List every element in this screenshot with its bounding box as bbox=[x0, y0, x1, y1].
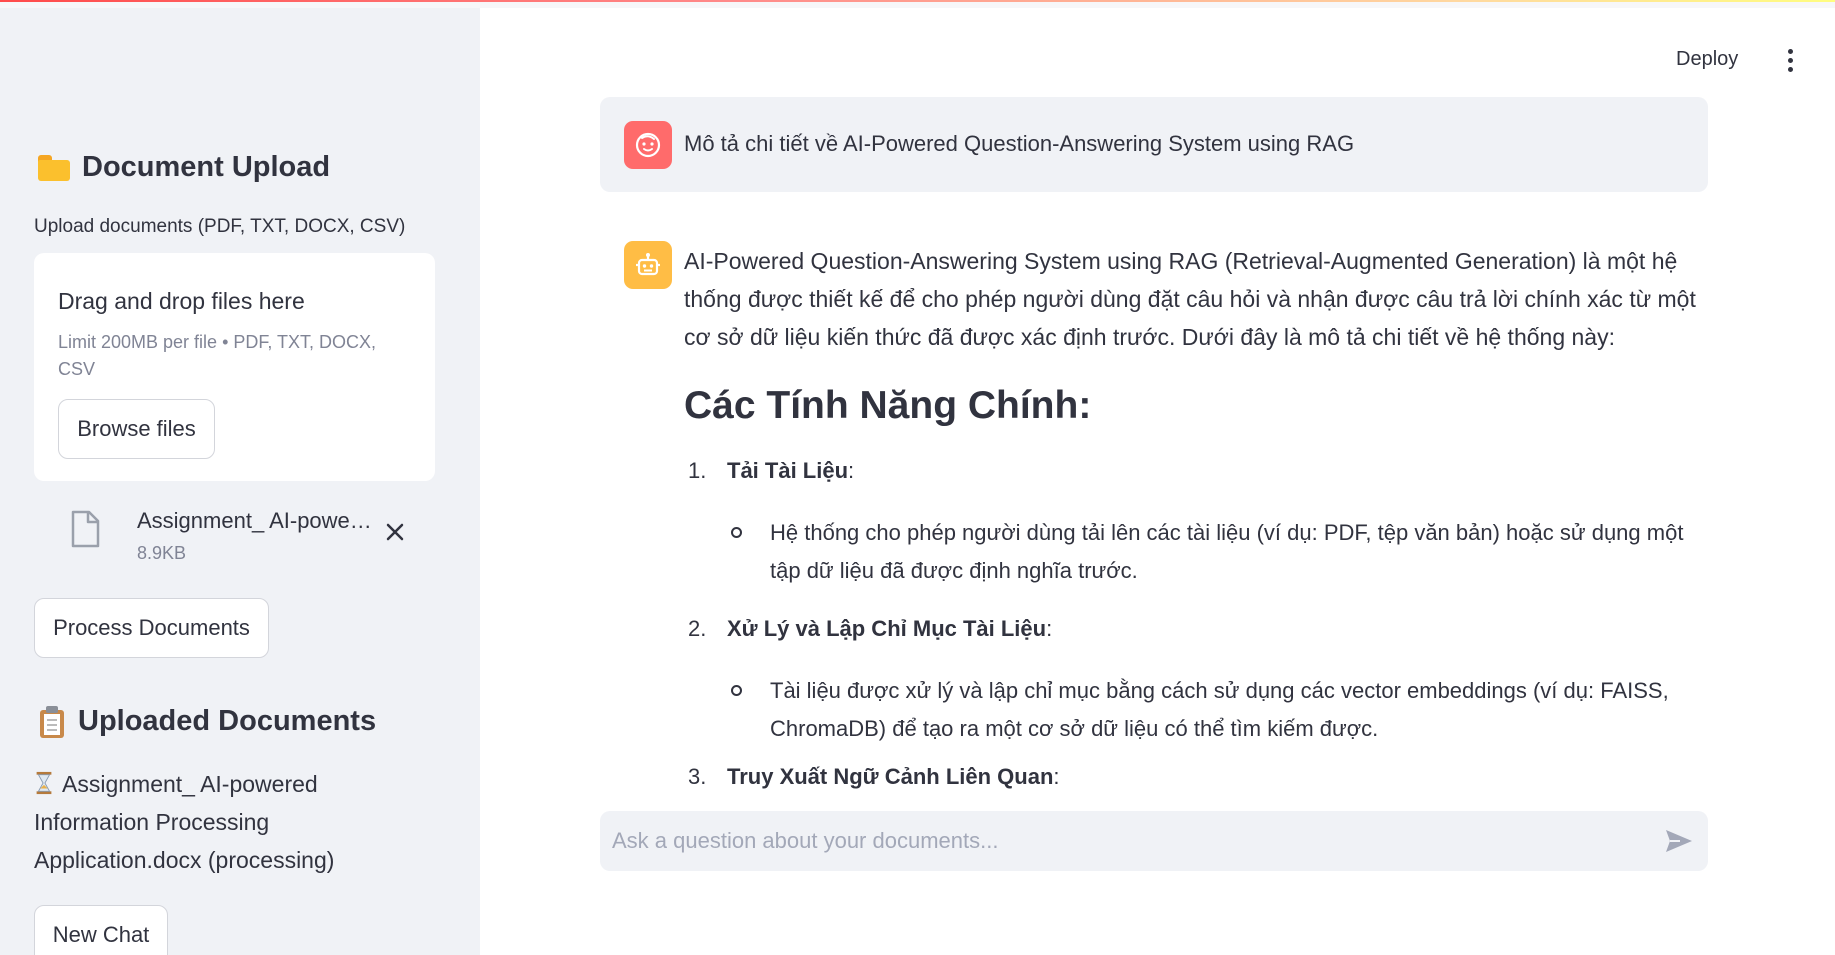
dropzone-limit: Limit 200MB per file • PDF, TXT, DOCX, C… bbox=[58, 332, 377, 379]
feature-title-text: Xử Lý và Lập Chỉ Mục Tài Liệu bbox=[727, 616, 1047, 641]
feature-number: 1. bbox=[688, 458, 707, 483]
dropzone-title: Drag and drop files here bbox=[58, 288, 305, 314]
more-menu-icon[interactable] bbox=[1780, 49, 1800, 73]
file-name: Assignment_ AI-powe… bbox=[137, 508, 372, 533]
app: Document Upload Upload documents (PDF, T… bbox=[0, 8, 1835, 955]
feature-description-text: Hệ thống cho phép người dùng tải lên các… bbox=[770, 520, 1684, 583]
user-message: Mô tả chi tiết về AI-Powered Question-An… bbox=[600, 97, 1708, 192]
face-icon bbox=[635, 132, 661, 158]
bullet-icon bbox=[731, 685, 742, 696]
feature-item: 2. Xử Lý và Lập Chỉ Mục Tài Liệu: Tài liệ… bbox=[684, 610, 1714, 748]
user-message-text: Mô tả chi tiết về AI-Powered Question-An… bbox=[684, 131, 1355, 156]
uploaded-documents-heading: Uploaded Documents bbox=[38, 705, 376, 738]
feature-title: 2. Xử Lý và Lập Chỉ Mục Tài Liệu: bbox=[684, 610, 1714, 648]
feature-title: 1. Tải Tài Liệu: bbox=[684, 452, 1714, 490]
feature-title: 3. Truy Xuất Ngữ Cảnh Liên Quan: bbox=[684, 758, 1714, 796]
file-icon bbox=[71, 510, 100, 548]
feature-title-text: Tải Tài Liệu bbox=[727, 458, 849, 483]
feature-number: 3. bbox=[688, 764, 707, 789]
assistant-intro: AI-Powered Question-Answering System usi… bbox=[684, 248, 1696, 350]
send-icon[interactable] bbox=[1664, 828, 1694, 854]
feature-item: 3. Truy Xuất Ngữ Cảnh Liên Quan: bbox=[684, 758, 1714, 796]
close-icon[interactable] bbox=[383, 520, 407, 544]
sidebar: Document Upload Upload documents (PDF, T… bbox=[0, 8, 480, 955]
chat-input-box bbox=[600, 811, 1708, 871]
uploaded-document-item: Assignment_ AI-powered Information Proce… bbox=[34, 765, 364, 879]
feature-description: Hệ thống cho phép người dùng tải lên các… bbox=[684, 514, 1714, 590]
file-size: 8.9KB bbox=[137, 543, 187, 563]
feature-description-text: Tài liệu được xử lý và lập chỉ mục bằng … bbox=[770, 678, 1669, 741]
main-area: Deploy Mô tả chi tiết về AI-Powered Ques… bbox=[480, 8, 1835, 955]
upload-label: Upload documents (PDF, TXT, DOCX, CSV) bbox=[34, 216, 406, 237]
assistant-avatar bbox=[624, 241, 672, 289]
assistant-message: AI-Powered Question-Answering System usi… bbox=[684, 242, 1714, 796]
file-dropzone[interactable]: Drag and drop files here Limit 200MB per… bbox=[34, 253, 435, 481]
assistant-heading: Các Tính Năng Chính: bbox=[684, 384, 1092, 427]
feature-title-text: Truy Xuất Ngữ Cảnh Liên Quan bbox=[727, 764, 1054, 789]
robot-icon bbox=[636, 253, 660, 276]
feature-description: Tài liệu được xử lý và lập chỉ mục bằng … bbox=[684, 672, 1714, 748]
feature-number: 2. bbox=[688, 616, 707, 641]
hourglass-icon bbox=[36, 771, 52, 795]
user-avatar bbox=[624, 121, 672, 169]
top-decoration-bar bbox=[0, 0, 1835, 8]
new-chat-button[interactable]: New Chat bbox=[34, 905, 168, 955]
deploy-button[interactable]: Deploy bbox=[1676, 48, 1738, 71]
clipboard-icon bbox=[38, 705, 66, 738]
process-documents-button[interactable]: Process Documents bbox=[34, 598, 269, 658]
chat-input[interactable] bbox=[612, 811, 1652, 871]
bullet-icon bbox=[731, 527, 742, 538]
uploaded-documents-title: Uploaded Documents bbox=[78, 705, 377, 737]
folder-icon bbox=[38, 154, 70, 181]
uploaded-file-row: Assignment_ AI-powe… 8.9KB bbox=[70, 503, 420, 568]
uploaded-document-name: Assignment_ AI-powered Information Proce… bbox=[34, 771, 335, 873]
feature-item: 1. Tải Tài Liệu: Hệ thống cho phép người … bbox=[684, 452, 1714, 590]
document-upload-heading: Document Upload bbox=[38, 151, 330, 184]
document-upload-title: Document Upload bbox=[82, 151, 331, 183]
browse-files-button[interactable]: Browse files bbox=[58, 399, 215, 459]
